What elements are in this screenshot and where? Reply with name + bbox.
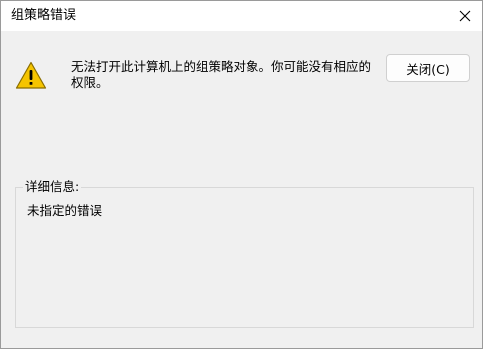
close-icon[interactable] — [448, 1, 482, 31]
details-label: 详细信息: — [23, 179, 82, 195]
close-button[interactable]: 关闭(C) — [386, 54, 470, 82]
error-dialog: 组策略错误 无法打开此计算机上的组策略对象。你可能没有相应的权限。 关闭(C) … — [0, 0, 483, 349]
window-title: 组策略错误 — [11, 8, 77, 23]
dialog-body: 无法打开此计算机上的组策略对象。你可能没有相应的权限。 关闭(C) 详细信息: … — [1, 31, 482, 348]
title-bar: 组策略错误 — [1, 1, 482, 31]
details-text: 未指定的错误 — [27, 203, 103, 218]
error-message: 无法打开此计算机上的组策略对象。你可能没有相应的权限。 — [71, 59, 372, 90]
warning-icon — [15, 61, 47, 90]
